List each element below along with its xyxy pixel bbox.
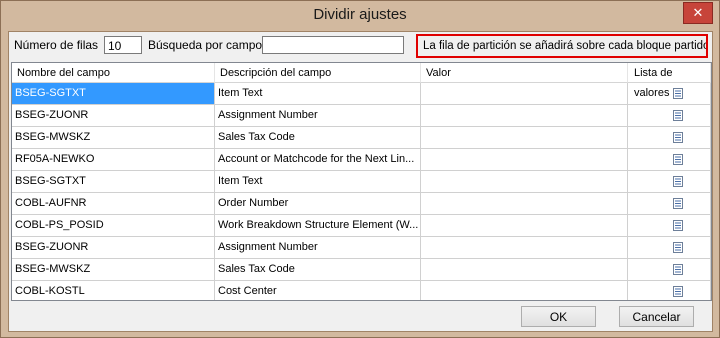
field-name-cell[interactable]: BSEG-MWSKZ — [12, 127, 215, 149]
search-label: Búsqueda por campos — [148, 38, 269, 52]
field-name-cell[interactable]: BSEG-MWSKZ — [12, 259, 215, 281]
value-list-cell[interactable] — [628, 127, 711, 149]
field-value-cell[interactable] — [421, 259, 628, 281]
value-list-icon[interactable] — [673, 88, 683, 99]
dialog-window: Dividir ajustes ✕ Número de filas 10 Bús… — [0, 0, 720, 338]
close-button[interactable]: ✕ — [683, 2, 713, 24]
field-value-cell[interactable] — [421, 83, 628, 105]
field-value-cell[interactable] — [421, 105, 628, 127]
value-list-icon[interactable] — [673, 264, 683, 275]
field-value-cell[interactable] — [421, 237, 628, 259]
value-list-icon[interactable] — [673, 242, 683, 253]
value-list-cell[interactable] — [628, 237, 711, 259]
value-list-cell[interactable] — [628, 83, 711, 105]
field-value-cell[interactable] — [421, 127, 628, 149]
field-name-cell[interactable]: RF05A-NEWKO — [12, 149, 215, 171]
rows-input[interactable]: 10 — [104, 36, 142, 54]
value-list-icon[interactable] — [673, 286, 683, 297]
table-row[interactable]: BSEG-SGTXT Item Text — [12, 171, 711, 193]
value-list-icon[interactable] — [673, 132, 683, 143]
field-description-cell[interactable]: Item Text — [215, 171, 421, 193]
table-row[interactable]: BSEG-ZUONR Assignment Number — [12, 237, 711, 259]
rows-label: Número de filas — [14, 38, 99, 52]
table-row[interactable]: COBL-KOSTL Cost Center — [12, 281, 711, 300]
table-row[interactable]: BSEG-MWSKZ Sales Tax Code — [12, 259, 711, 281]
field-value-cell[interactable] — [421, 215, 628, 237]
field-value-cell[interactable] — [421, 149, 628, 171]
table-row[interactable]: BSEG-ZUONR Assignment Number — [12, 105, 711, 127]
title-bar[interactable]: Dividir ajustes ✕ — [1, 1, 719, 31]
ok-button[interactable]: OK — [521, 306, 596, 327]
column-header-value[interactable]: Valor — [421, 63, 628, 83]
value-list-cell[interactable] — [628, 281, 711, 300]
table-row[interactable]: COBL-PS_POSID Work Breakdown Structure El… — [12, 215, 711, 237]
field-name-cell[interactable]: BSEG-SGTXT — [12, 171, 215, 193]
field-value-cell[interactable] — [421, 171, 628, 193]
field-description-cell[interactable]: Work Breakdown Structure Element (W... — [215, 215, 421, 237]
table-row[interactable]: COBL-AUFNR Order Number — [12, 193, 711, 215]
value-list-icon[interactable] — [673, 198, 683, 209]
field-description-cell[interactable]: Item Text — [215, 83, 421, 105]
field-description-cell[interactable]: Sales Tax Code — [215, 259, 421, 281]
field-value-cell[interactable] — [421, 193, 628, 215]
field-name-cell[interactable]: BSEG-ZUONR — [12, 105, 215, 127]
value-list-cell[interactable] — [628, 105, 711, 127]
value-list-icon[interactable] — [673, 154, 683, 165]
value-list-cell[interactable] — [628, 193, 711, 215]
field-description-cell[interactable]: Sales Tax Code — [215, 127, 421, 149]
window-title: Dividir ajustes — [313, 6, 407, 23]
close-icon: ✕ — [692, 5, 704, 20]
field-value-cell[interactable] — [421, 281, 628, 300]
field-name-cell[interactable]: BSEG-ZUONR — [12, 237, 215, 259]
value-list-cell[interactable] — [628, 171, 711, 193]
column-header-description[interactable]: Descripción del campo — [215, 63, 421, 83]
table-row[interactable]: BSEG-MWSKZ Sales Tax Code — [12, 127, 711, 149]
field-name-cell[interactable]: BSEG-SGTXT — [12, 83, 215, 105]
dialog-client: Número de filas 10 Búsqueda por campos L… — [8, 31, 713, 332]
column-header-field-name[interactable]: Nombre del campo — [12, 63, 215, 83]
value-list-cell[interactable] — [628, 215, 711, 237]
search-input[interactable] — [262, 36, 404, 54]
fields-grid: Nombre del campo Descripción del campo V… — [11, 62, 712, 301]
column-header-value-list[interactable]: Lista de valores — [628, 63, 711, 99]
value-list-icon[interactable] — [673, 176, 683, 187]
value-list-icon[interactable] — [673, 220, 683, 231]
field-description-cell[interactable]: Assignment Number — [215, 105, 421, 127]
field-name-cell[interactable]: COBL-AUFNR — [12, 193, 215, 215]
field-description-cell[interactable]: Cost Center — [215, 281, 421, 300]
value-list-icon[interactable] — [673, 110, 683, 121]
field-description-cell[interactable]: Assignment Number — [215, 237, 421, 259]
field-description-cell[interactable]: Order Number — [215, 193, 421, 215]
value-list-cell[interactable] — [628, 149, 711, 171]
field-name-cell[interactable]: COBL-PS_POSID — [12, 215, 215, 237]
partition-notice: La fila de partición se añadirá sobre ca… — [416, 34, 708, 58]
field-description-cell[interactable]: Account or Matchcode for the Next Lin... — [215, 149, 421, 171]
table-row[interactable]: RF05A-NEWKO Account or Matchcode for the … — [12, 149, 711, 171]
table-row[interactable]: BSEG-SGTXT Item Text — [12, 83, 711, 105]
value-list-cell[interactable] — [628, 259, 711, 281]
cancel-button[interactable]: Cancelar — [619, 306, 694, 327]
field-name-cell[interactable]: COBL-KOSTL — [12, 281, 215, 300]
